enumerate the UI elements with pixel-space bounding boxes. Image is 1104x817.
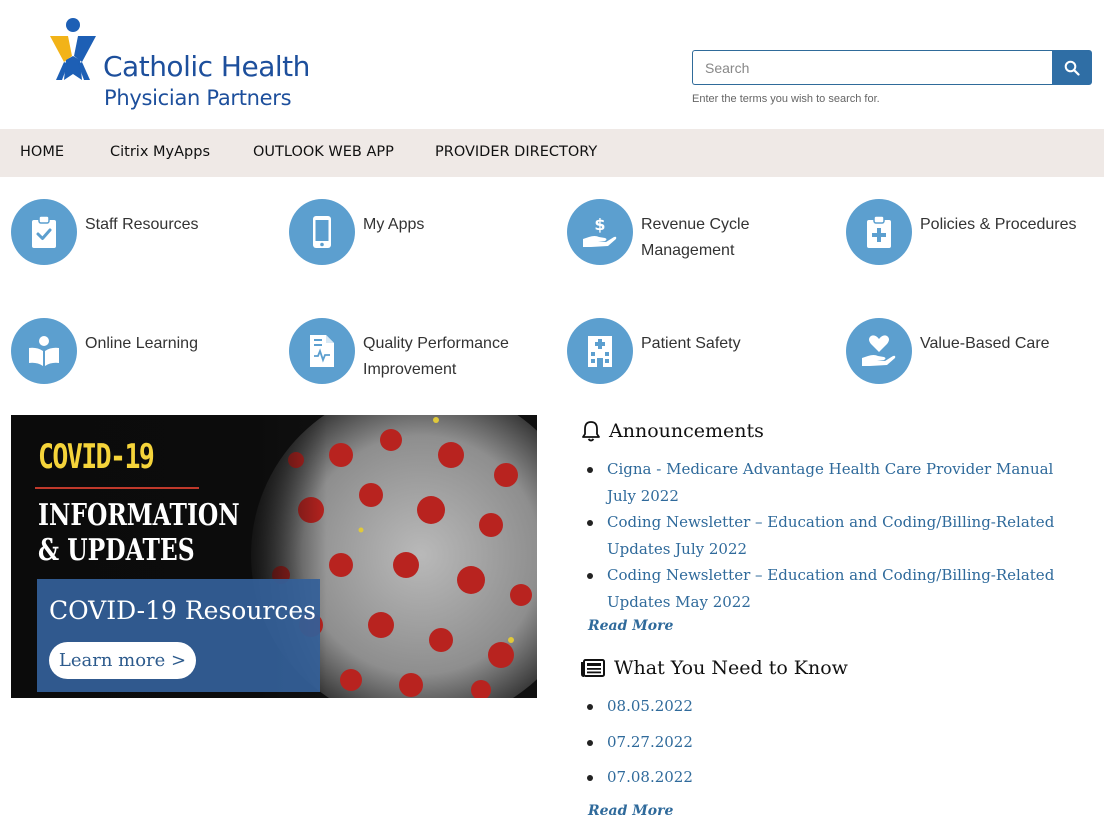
covid-subtitle-line1: INFORMATION: [38, 498, 240, 533]
search-icon: [1064, 60, 1080, 76]
list-item: Cigna - Medicare Advantage Health Care P…: [581, 456, 1061, 509]
tile-label: Online Learning: [85, 335, 198, 352]
divider: [35, 487, 199, 489]
search-hint: Enter the terms you wish to search for.: [692, 93, 880, 105]
main-nav: HOME Citrix MyApps OUTLOOK WEB APP PROVI…: [0, 129, 1104, 177]
list-item: 08.05.2022: [581, 693, 881, 720]
hand-dollar-icon: $: [583, 215, 617, 247]
search-button[interactable]: [1052, 50, 1092, 85]
need-to-know-link[interactable]: 07.27.2022: [607, 733, 693, 751]
file-chart-icon: [310, 335, 334, 367]
tile-my-apps[interactable]: My Apps: [289, 199, 559, 269]
tile-label: Staff Resources: [85, 216, 199, 233]
tile-label: Patient Safety: [641, 335, 741, 352]
site-logo[interactable]: Catholic Health Physician Partners: [48, 18, 338, 118]
hand-heart-icon: [862, 335, 896, 366]
tile-policies-procedures[interactable]: Policies & Procedures: [846, 199, 1104, 269]
clipboard-plus-icon: [867, 215, 891, 248]
bell-icon: [582, 421, 600, 442]
search-input[interactable]: [692, 50, 1052, 85]
announcements-heading: Announcements: [581, 420, 764, 442]
nav-provider-directory[interactable]: PROVIDER DIRECTORY: [435, 144, 597, 160]
tile-label: Revenue Cycle Management: [641, 216, 750, 259]
covid-subtitle-line2: & UPDATES: [38, 533, 195, 568]
tile-label: Policies & Procedures: [920, 216, 1077, 233]
tile-online-learning[interactable]: Online Learning: [11, 318, 281, 388]
logo-title: Catholic Health: [103, 50, 310, 83]
tile-patient-safety[interactable]: Patient Safety: [567, 318, 837, 388]
tile-revenue-cycle-management[interactable]: $ Revenue Cycle Management: [567, 199, 837, 269]
hospital-icon: [588, 336, 612, 367]
announcements-read-more-link[interactable]: Read More: [588, 618, 673, 634]
covid-banner[interactable]: COVID-19 INFORMATION & UPDATES COVID-19 …: [11, 415, 537, 698]
covid-title: COVID-19: [38, 437, 155, 477]
logo-mark-icon: [50, 18, 96, 80]
list-item: 07.27.2022: [581, 729, 881, 756]
svg-text:$: $: [594, 215, 605, 234]
nav-outlook-web-app[interactable]: OUTLOOK WEB APP: [253, 144, 394, 160]
list-item: 07.08.2022: [581, 764, 881, 791]
nav-home[interactable]: HOME: [20, 144, 64, 160]
tile-label: Value-Based Care: [920, 335, 1050, 352]
tile-value-based-care[interactable]: Value-Based Care: [846, 318, 1104, 388]
covid-resources-title: COVID-19 Resources: [49, 596, 317, 625]
covid-resources-box: COVID-19 Resources Learn more >: [37, 579, 320, 692]
tile-label: My Apps: [363, 216, 425, 233]
need-to-know-link[interactable]: 07.08.2022: [607, 768, 693, 786]
nav-citrix-myapps[interactable]: Citrix MyApps: [110, 144, 210, 160]
mobile-phone-icon: [313, 216, 331, 248]
need-to-know-list: 08.05.2022 07.27.2022 07.08.2022: [581, 693, 881, 791]
learn-more-button[interactable]: Learn more >: [49, 642, 196, 679]
announcement-link[interactable]: Coding Newsletter – Education and Coding…: [607, 513, 1054, 558]
tile-quality-performance-improvement[interactable]: Quality Performance Improvement: [289, 318, 559, 388]
announcement-link[interactable]: Coding Newsletter – Education and Coding…: [607, 566, 1054, 611]
announcement-link[interactable]: Cigna - Medicare Advantage Health Care P…: [607, 460, 1053, 505]
need-to-know-link[interactable]: 08.05.2022: [607, 697, 693, 715]
need-to-know-read-more-link[interactable]: Read More: [588, 803, 673, 817]
announcements-title: Announcements: [609, 420, 764, 442]
newspaper-icon: [581, 659, 605, 677]
book-reader-icon: [29, 336, 59, 366]
list-item: Coding Newsletter – Education and Coding…: [581, 562, 1061, 615]
tile-label: Quality Performance Improvement: [363, 335, 509, 378]
need-to-know-heading: What You Need to Know: [581, 657, 848, 679]
tile-staff-resources[interactable]: Staff Resources: [11, 199, 281, 269]
list-item: Coding Newsletter – Education and Coding…: [581, 509, 1061, 562]
announcements-list: Cigna - Medicare Advantage Health Care P…: [581, 456, 1061, 615]
search-bar: [692, 50, 1092, 85]
clipboard-check-icon: [32, 215, 56, 248]
need-to-know-title: What You Need to Know: [614, 657, 848, 679]
logo-subtitle: Physician Partners: [104, 86, 292, 110]
